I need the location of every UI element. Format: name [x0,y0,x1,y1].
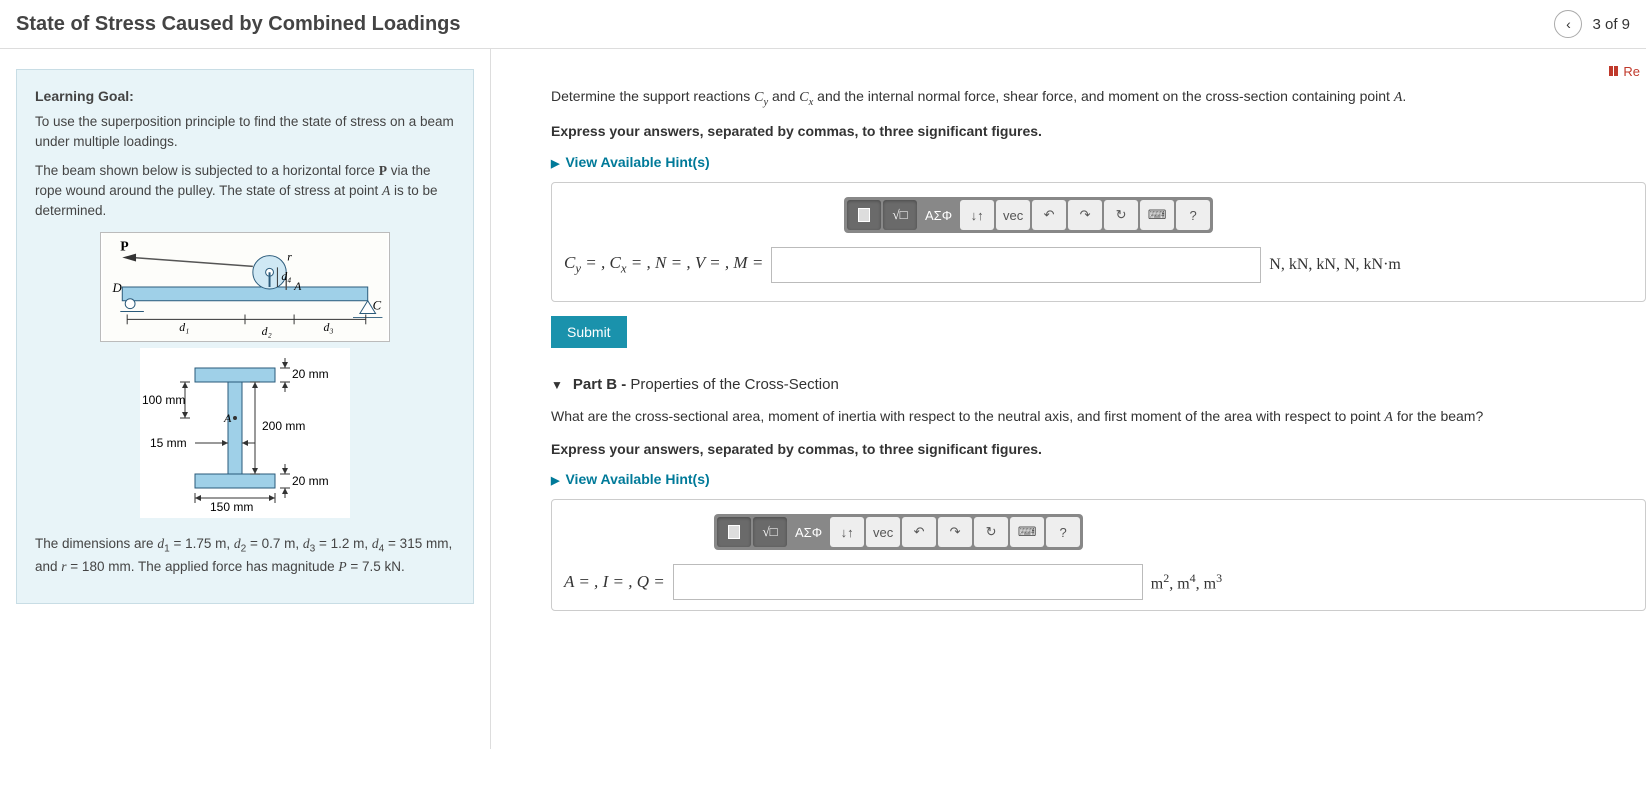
problem-figure: D C P r [35,232,455,518]
part-b-answer-box: √□ ΑΣΦ ↓↑ vec ↶ ↷ ↻ ⌨ ? A = , I = , Q = … [551,499,1646,611]
fraction-button[interactable]: √□ [883,200,917,230]
part-b-answer-input[interactable] [673,564,1143,600]
equation-toolbar-b: √□ ΑΣΦ ↓↑ vec ↶ ↷ ↻ ⌨ ? [714,514,1083,550]
cross-section-diagram: A 20 mm 100 mm [140,348,350,518]
part-a-prompt: Determine the support reactions Cy and C… [551,87,1646,110]
part-b-instruction: Express your answers, separated by comma… [551,440,1646,460]
part-b-hints-link[interactable]: View Available Hint(s) [551,471,710,487]
part-a-answer-input[interactable] [771,247,1261,283]
learning-goal-heading: Learning Goal: [35,86,455,106]
template-button[interactable] [717,517,751,547]
svg-text:20 mm: 20 mm [292,367,329,381]
subscript-button[interactable]: ↓↑ [960,200,994,230]
part-b-header[interactable]: ▼ Part B - Properties of the Cross-Secti… [551,376,1646,393]
svg-text:d₃: d₃ [324,321,334,334]
part-a-instruction: Express your answers, separated by comma… [551,122,1646,142]
part-a-units: N, kN, kN, N, kN·m [1269,256,1401,274]
svg-text:15 mm: 15 mm [150,436,187,450]
equation-toolbar-a: √□ ΑΣΦ ↓↑ vec ↶ ↷ ↻ ⌨ ? [844,197,1213,233]
bookmark-icon [1607,64,1619,74]
page-indicator: 3 of 9 [1592,16,1630,33]
page-title: State of Stress Caused by Combined Loadi… [16,13,461,36]
reset-button[interactable]: ↻ [974,517,1008,547]
subscript-button[interactable]: ↓↑ [830,517,864,547]
template-button[interactable] [847,200,881,230]
svg-text:P: P [120,239,128,254]
part-a-submit-button[interactable]: Submit [551,316,627,348]
redo-button[interactable]: ↷ [1068,200,1102,230]
beam-diagram: D C P r [100,232,390,342]
svg-text:d₁: d₁ [179,321,189,334]
fraction-button[interactable]: √□ [753,517,787,547]
collapse-icon: ▼ [551,378,563,392]
svg-text:150 mm: 150 mm [210,500,253,514]
resources-link[interactable]: Re [1607,64,1640,79]
part-b-prompt: What are the cross-sectional area, momen… [551,407,1646,428]
svg-text:D: D [111,281,122,295]
svg-text:d₂: d₂ [262,325,272,338]
vector-button[interactable]: vec [996,200,1030,230]
help-button[interactable]: ? [1046,517,1080,547]
undo-button[interactable]: ↶ [1032,200,1066,230]
learning-goal-para1: To use the superposition principle to fi… [35,112,455,151]
part-a-hints-link[interactable]: View Available Hint(s) [551,154,710,170]
part-b-units: m2, m4, m3 [1151,571,1222,593]
svg-text:A: A [223,411,232,425]
dimensions-text: The dimensions are d1 = 1.75 m, d2 = 0.7… [35,534,455,577]
svg-text:C: C [373,299,382,313]
keyboard-button[interactable]: ⌨ [1010,517,1044,547]
undo-button[interactable]: ↶ [902,517,936,547]
prev-button[interactable]: ‹ [1554,10,1582,38]
part-b-answer-label: A = , I = , Q = [564,572,665,592]
svg-text:100 mm: 100 mm [142,393,185,407]
part-a-answer-label: Cy = , Cx = , N = , V = , M = [564,253,763,276]
vector-button[interactable]: vec [866,517,900,547]
reset-button[interactable]: ↻ [1104,200,1138,230]
part-a-answer-box: √□ ΑΣΦ ↓↑ vec ↶ ↷ ↻ ⌨ ? Cy = , Cx = , N … [551,182,1646,302]
keyboard-button[interactable]: ⌨ [1140,200,1174,230]
help-button[interactable]: ? [1176,200,1210,230]
svg-text:A: A [293,280,302,293]
greek-button[interactable]: ΑΣΦ [919,200,958,230]
learning-goal-para2: The beam shown below is subjected to a h… [35,161,455,220]
redo-button[interactable]: ↷ [938,517,972,547]
svg-text:20 mm: 20 mm [292,474,329,488]
learning-goal-box: Learning Goal: To use the superposition … [16,69,474,604]
svg-text:d₄: d₄ [281,270,291,283]
greek-button[interactable]: ΑΣΦ [789,517,828,547]
svg-text:r: r [287,251,292,264]
svg-text:200 mm: 200 mm [262,419,305,433]
